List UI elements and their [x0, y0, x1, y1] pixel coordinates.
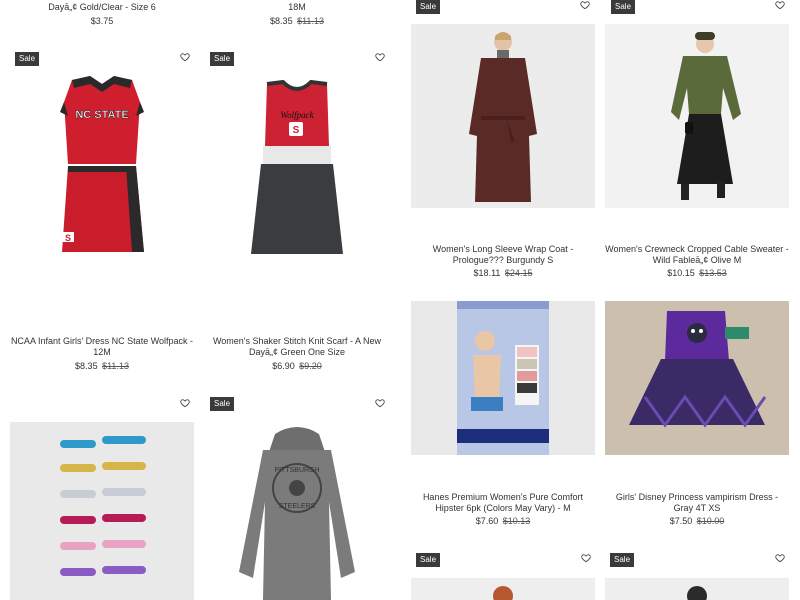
product-image[interactable]: PITTSBURGH STEELERS	[205, 422, 389, 600]
product-price: $10.15 $13.53	[605, 268, 789, 279]
original-price: $11.13	[297, 16, 324, 26]
wishlist-heart-icon[interactable]	[581, 553, 593, 565]
original-price: $10.00	[696, 516, 725, 526]
product-card-scarf[interactable]: Sale Wolfpack S Women's Shaker Stitch Kn…	[205, 48, 389, 378]
wishlist-heart-icon[interactable]	[775, 0, 787, 12]
hoodie-print-top: PITTSBURGH	[274, 467, 319, 474]
product-card-bottom-3[interactable]: Sale	[411, 550, 595, 600]
product-card-top-left[interactable]: Dayā„¢ Gold/Clear - Size 6 $3.75	[10, 0, 194, 30]
product-title[interactable]: NCAA Infant Girls' Dress NC State Wolfpa…	[10, 336, 194, 358]
wishlist-heart-icon[interactable]	[775, 553, 787, 565]
hoodie-print-bottom: STEELERS	[279, 503, 316, 510]
product-image[interactable]: NC STATE S	[10, 72, 194, 272]
product-price: $3.75	[10, 16, 194, 27]
wishlist-heart-icon[interactable]	[580, 0, 592, 12]
current-price: $6.90	[272, 361, 295, 371]
product-image[interactable]	[605, 24, 789, 208]
original-price: $9.20	[299, 361, 322, 371]
product-card-hanes[interactable]: Hanes Premium Women's Pure Comfort Hipst…	[411, 301, 595, 531]
current-price: $10.15	[667, 268, 695, 278]
product-card-top-mid[interactable]: 18M $8.35 $11.13	[205, 0, 389, 30]
wolfpack-print-text: Wolfpack	[280, 110, 314, 120]
sale-badge: Sale	[210, 397, 235, 411]
product-price: $6.90 $9.20	[205, 361, 389, 372]
sale-badge: Sale	[416, 0, 441, 14]
sale-badge: Sale	[210, 52, 235, 66]
product-price: $18.11 $24.15	[411, 268, 595, 279]
current-price: $8.35	[270, 16, 293, 26]
product-image[interactable]: Wolfpack S	[205, 78, 389, 278]
product-card-wrap-coat[interactable]: Women's Long Sleeve Wrap Coat - Prologue…	[411, 24, 595, 284]
product-image[interactable]	[605, 578, 789, 600]
wishlist-heart-icon[interactable]	[375, 398, 387, 410]
product-card-bottom-4[interactable]: Sale	[605, 550, 789, 600]
product-image[interactable]	[411, 301, 595, 455]
svg-text:S: S	[293, 125, 300, 136]
current-price: $8.35	[75, 361, 98, 371]
product-card-vampirism-dress[interactable]: Girls' Disney Princess vampirism Dress -…	[605, 301, 789, 531]
original-price: $13.53	[699, 268, 727, 278]
product-price: $8.35 $11.13	[10, 361, 194, 372]
svg-text:S: S	[65, 233, 71, 243]
original-price: $24.15	[504, 268, 533, 278]
original-price: $11.13	[102, 361, 129, 371]
wishlist-heart-icon[interactable]	[375, 52, 387, 64]
product-card-hair-clips[interactable]	[10, 394, 194, 600]
product-card-ncaa-dress[interactable]: Sale NC STATE S NCAA Infant Girls' Dress…	[10, 48, 194, 378]
product-image[interactable]	[605, 301, 789, 455]
product-price: $7.50 $10.00	[605, 516, 789, 527]
product-title[interactable]: 18M	[205, 2, 389, 13]
current-price: $3.75	[90, 16, 114, 26]
product-image[interactable]	[411, 578, 595, 600]
product-image[interactable]	[411, 24, 595, 208]
product-title[interactable]: Women's Crewneck Cropped Cable Sweater -…	[605, 244, 789, 266]
current-price: $7.60	[475, 516, 499, 526]
product-price: $8.35 $11.13	[205, 16, 389, 27]
current-price: $18.11	[473, 268, 501, 278]
current-price: $7.50	[669, 516, 693, 526]
product-title[interactable]: Hanes Premium Women's Pure Comfort Hipst…	[411, 492, 595, 514]
sale-badge: Sale	[416, 553, 441, 567]
sale-badge: Sale	[610, 553, 635, 567]
product-title[interactable]: Women's Long Sleeve Wrap Coat - Prologue…	[411, 244, 595, 266]
sale-badge: Sale	[611, 0, 636, 14]
product-title[interactable]: Girls' Disney Princess vampirism Dress -…	[605, 492, 789, 514]
wishlist-heart-icon[interactable]	[180, 398, 192, 410]
ncaa-print-text: NC STATE	[75, 109, 128, 121]
product-card-steelers-hoodie[interactable]: Sale PITTSBURGH STEELERS	[205, 394, 389, 600]
product-title[interactable]: Dayā„¢ Gold/Clear - Size 6	[10, 2, 194, 13]
product-card-cable-sweater[interactable]: Women's Crewneck Cropped Cable Sweater -…	[605, 24, 789, 284]
product-image[interactable]	[10, 422, 194, 600]
product-price: $7.60 $10.13	[411, 516, 595, 527]
original-price: $10.13	[502, 516, 531, 526]
sale-badge: Sale	[15, 52, 40, 66]
wishlist-heart-icon[interactable]	[180, 52, 192, 64]
product-title[interactable]: Women's Shaker Stitch Knit Scarf - A New…	[205, 336, 389, 358]
